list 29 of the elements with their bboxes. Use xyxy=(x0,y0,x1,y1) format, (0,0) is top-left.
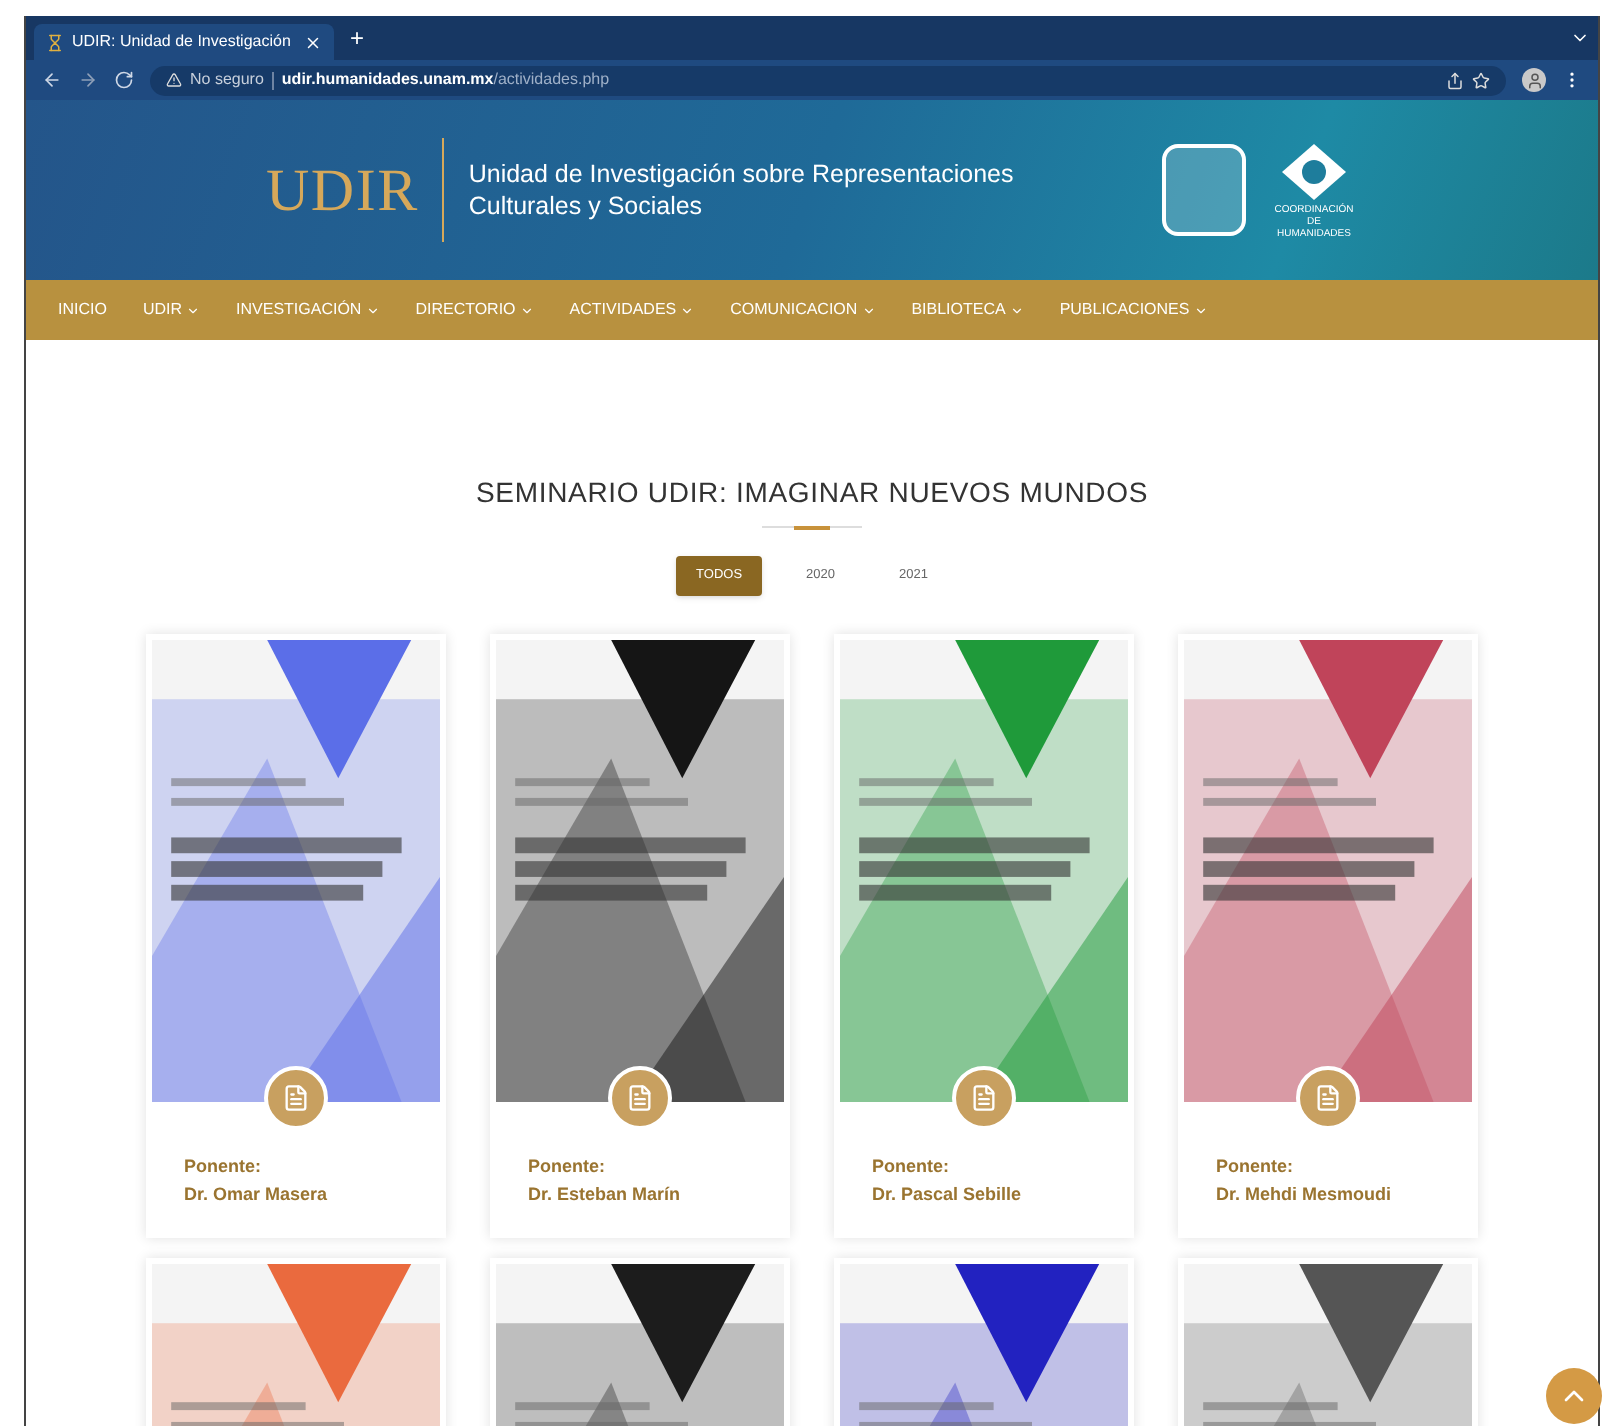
speaker-name: Dr. Esteban Marín xyxy=(528,1181,683,1207)
new-tab-button[interactable]: + xyxy=(350,26,365,50)
speaker-label: Ponente: xyxy=(528,1154,608,1180)
nav-item[interactable]: INVESTIGACIÓN xyxy=(236,298,380,322)
speaker-name: Dr. Omar Masera xyxy=(184,1181,330,1207)
seminar-card[interactable]: Ponente: Dr. Esteban Marín xyxy=(490,634,790,1238)
seminar-card[interactable]: Ponente: Dr. Mehdi Mesmoudi xyxy=(1178,634,1478,1238)
nav-item[interactable]: ACTIVIDADES xyxy=(569,298,695,322)
browser-tab[interactable]: UDIR: Unidad de Investigación xyxy=(34,24,334,60)
nav-item[interactable]: COMUNICACION xyxy=(730,298,876,322)
security-label: No seguro xyxy=(190,68,264,92)
speaker-label: Ponente: xyxy=(1216,1154,1296,1180)
address-field[interactable]: No seguro udir.humanidades.unam.mx/actividades.php xyxy=(150,65,1506,95)
nav-item[interactable]: PUBLICACIONES xyxy=(1059,298,1208,322)
tab-title: UDIR: Unidad de Investigación xyxy=(72,30,293,54)
nav-item[interactable]: DIRECTORIO xyxy=(415,298,534,322)
speaker-label: Ponente: xyxy=(872,1154,952,1180)
nav-item[interactable]: BIBLIOTECA xyxy=(911,298,1024,322)
url-text: udir.humanidades.unam.mx/actividades.php xyxy=(281,68,610,92)
seminar-card[interactable]: Ponente: Dr. Pascal Sebille xyxy=(834,634,1134,1238)
site-title: Unidad de Investigación sobre Representaciones Culturales y Sociales xyxy=(468,158,1016,222)
udir-logo[interactable]: UDIR xyxy=(266,145,419,235)
speaker-name: Dr. Pascal Sebille xyxy=(872,1181,1024,1207)
section-title: SEMINARIO UDIR: IMAGINAR NUEVOS MUNDOS xyxy=(475,474,1149,512)
nav-item[interactable]: UDIR xyxy=(142,298,201,322)
speaker-label: Ponente: xyxy=(184,1154,264,1180)
nav-item[interactable]: INICIO xyxy=(58,298,107,322)
seminar-card[interactable]: Ponente: Dr. Omar Masera xyxy=(146,634,446,1238)
speaker-name: Dr. Mehdi Mesmoudi xyxy=(1216,1181,1394,1207)
